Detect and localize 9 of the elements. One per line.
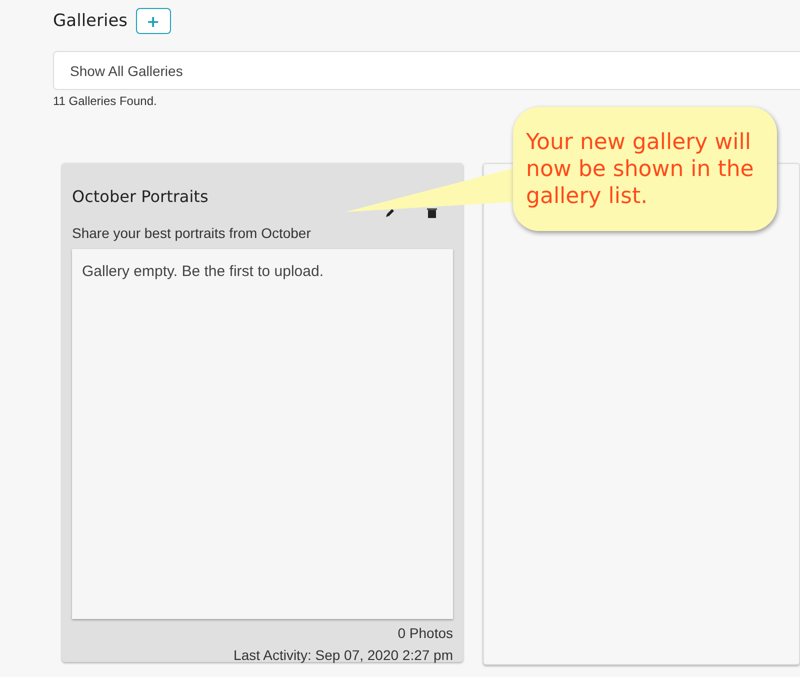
- last-activity: Last Activity: Sep 07, 2020 2:27 pm: [232, 647, 453, 663]
- page-title: Galleries: [53, 11, 128, 31]
- empty-message: Gallery empty. Be the first to upload.: [82, 263, 325, 280]
- callout-text: Your new gallery will now be shown in the gallery list.: [526, 129, 755, 210]
- gallery-title: October Portraits: [72, 186, 208, 206]
- photo-count: 0 Photos: [396, 625, 453, 641]
- gallery-filter-dropdown[interactable]: Show All Galleries: [53, 51, 800, 90]
- results-count: 11 Galleries Found.: [53, 94, 158, 108]
- gallery-description: Share your best portraits from October: [72, 225, 312, 241]
